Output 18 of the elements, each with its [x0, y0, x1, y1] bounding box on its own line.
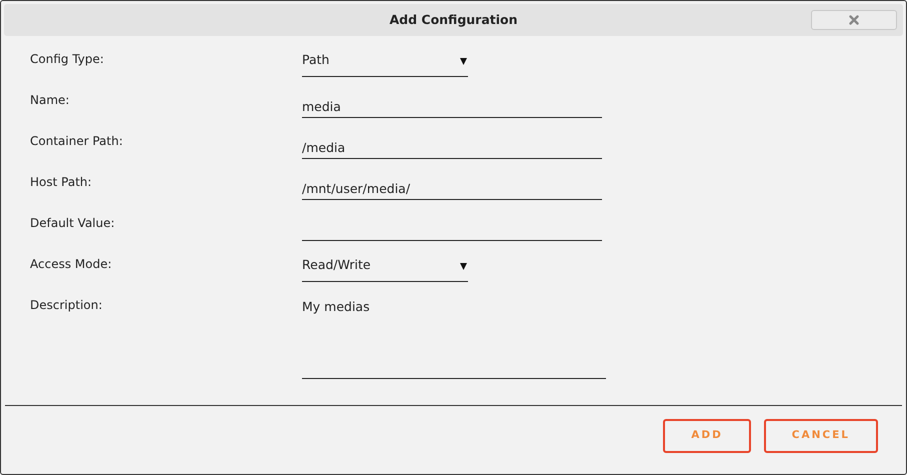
close-icon: [849, 15, 859, 25]
input-field[interactable]: /mnt/user/media/: [302, 167, 602, 200]
close-button[interactable]: [811, 10, 897, 30]
field-label: Host Path:: [30, 174, 93, 189]
description-field[interactable]: My medias: [302, 290, 606, 379]
window-title: Add Configuration: [389, 10, 518, 29]
dropdown[interactable]: Path: [302, 44, 468, 77]
input-field[interactable]: /media: [302, 126, 602, 159]
field-label: Access Mode:: [30, 256, 113, 271]
field-label: Container Path:: [30, 133, 124, 148]
field-label: Default Value:: [30, 215, 116, 230]
caret-icon: [460, 58, 467, 65]
caret-icon: [460, 263, 467, 270]
input-field[interactable]: media: [302, 85, 602, 118]
field-label: Description:: [30, 297, 104, 312]
field-label: Name:: [30, 92, 70, 107]
dropdown[interactable]: Read/Write: [302, 249, 468, 282]
field-label: Config Type:: [30, 51, 105, 66]
